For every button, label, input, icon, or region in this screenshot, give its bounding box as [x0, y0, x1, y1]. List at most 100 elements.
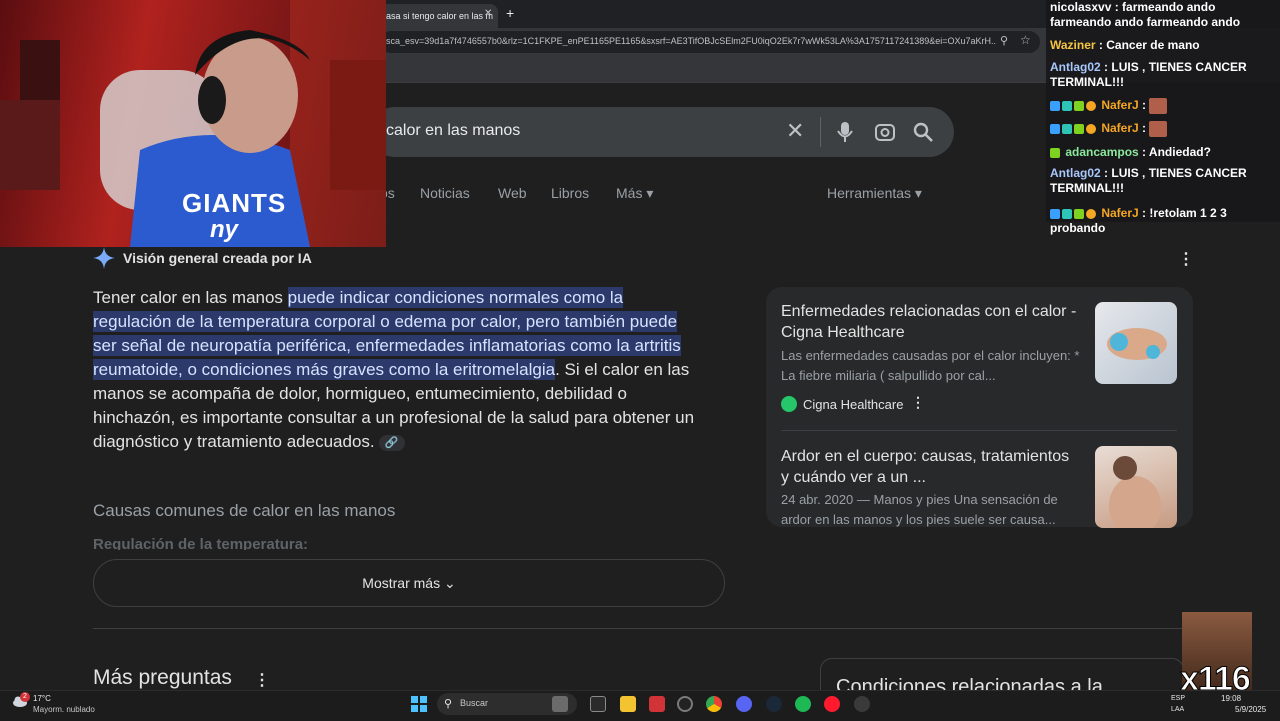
badge-icon: [1050, 101, 1060, 111]
browser-tab[interactable]: asa si tengo calor en las m: [378, 4, 498, 28]
taskbar: [0, 690, 1280, 721]
chat-username: Waziner: [1050, 38, 1096, 52]
ai-text-start: Tener calor en las manos: [93, 288, 288, 307]
zoom-icon[interactable]: ⚲: [1000, 34, 1008, 47]
badge-icon: [1086, 101, 1096, 111]
ai-sparkle-icon: [93, 247, 115, 269]
card-divider: [781, 430, 1177, 431]
more-questions-options-icon[interactable]: ⋮: [254, 670, 270, 690]
stream-chat: nicolasxvv : farmeando ando farmeando an…: [1046, 0, 1280, 235]
badge-icon: [1074, 101, 1084, 111]
search-input[interactable]: calor en las manos: [386, 122, 520, 140]
show-more-button[interactable]: Mostrar más ⌄: [93, 559, 725, 607]
badge-icon: [1050, 208, 1060, 219]
file-explorer-icon[interactable]: [620, 696, 636, 712]
chat-text: Andiedad?: [1148, 145, 1211, 159]
chat-username: Antlag02: [1050, 60, 1101, 74]
badge-icon: [1062, 208, 1072, 219]
discord-icon[interactable]: [736, 696, 752, 712]
emote-icon: [1149, 121, 1168, 137]
clear-icon[interactable]: ✕: [786, 118, 804, 144]
tab-books[interactable]: Libros: [551, 185, 589, 201]
badge-icon: [1062, 101, 1072, 111]
clock-date[interactable]: 5/9/2025: [1235, 705, 1266, 714]
webcam-overlay: GIANTS ny: [0, 0, 386, 247]
url-text: sca_esv=39d1a7f4746557b0&rlz=1C1FKPE_enP…: [386, 36, 996, 46]
keyboard-language[interactable]: ESP: [1171, 695, 1185, 702]
chat-username: nicolasxvv: [1050, 0, 1112, 14]
source-card-snippet: Las enfermedades causadas por el calor i…: [781, 348, 1080, 383]
badge-icon: [1074, 208, 1084, 219]
arm-thumbnail[interactable]: [1095, 446, 1177, 528]
chat-message: NaferJ :: [1050, 98, 1278, 114]
badge-icon: [1086, 208, 1096, 219]
section-divider: [93, 628, 1193, 629]
more-options-icon[interactable]: ⋮: [1178, 249, 1194, 269]
tab-more[interactable]: Más ▾: [616, 185, 653, 202]
link-icon[interactable]: 🔗: [378, 434, 405, 451]
section-heading: Causas comunes de calor en las manos: [93, 501, 396, 520]
search-icon[interactable]: [912, 121, 934, 143]
chat-message: Antlag02 : LUIS , TIENES CANCER TERMINAL…: [1050, 166, 1247, 195]
more-questions-title: Más preguntas: [93, 666, 232, 689]
subheading: Regulación de la temperatura:: [93, 536, 309, 550]
badge-icon: [1062, 124, 1072, 134]
steam-icon[interactable]: [766, 696, 782, 712]
chat-message: nicolasxvv : farmeando ando farmeando an…: [1050, 0, 1241, 29]
search-icon: ⚲: [444, 698, 453, 710]
taskbar-search-label: Buscar: [460, 698, 489, 708]
chat-username: Antlag02: [1050, 166, 1101, 180]
source-card-title[interactable]: Enfermedades relacionadas con el calor -…: [781, 301, 1081, 343]
spotify-icon[interactable]: [795, 696, 811, 712]
chat-message: adancampos : Andiedad?: [1050, 145, 1278, 160]
tab-web[interactable]: Web: [498, 185, 527, 201]
search-divider: [820, 117, 821, 147]
source-options-icon[interactable]: ⋮: [911, 394, 925, 411]
chat-username: NaferJ: [1101, 98, 1139, 113]
chat-username: NaferJ: [1101, 121, 1139, 136]
bookmark-star-icon[interactable]: ☆: [1020, 33, 1031, 47]
shirt-logo: ny: [210, 216, 239, 243]
weather-desc: Mayorm. nublado: [33, 705, 95, 714]
badge-icon: [1050, 124, 1060, 134]
obs-icon[interactable]: [677, 696, 693, 712]
ai-overview-title: Visión general creada por IA: [123, 250, 312, 266]
shirt-text: GIANTS: [182, 188, 287, 218]
emote-icon: [1149, 98, 1168, 114]
badge-icon: [1086, 124, 1096, 134]
tab-close-icon[interactable]: ✕: [484, 8, 494, 22]
source-name: Cigna Healthcare: [803, 397, 904, 412]
microphone-icon[interactable]: [836, 120, 854, 144]
chat-message: Waziner : Cancer de mano: [1050, 38, 1200, 52]
photos-app-icon[interactable]: [552, 696, 568, 712]
windows-start-icon[interactable]: [411, 696, 427, 712]
chrome-icon[interactable]: [706, 696, 722, 712]
task-view-icon[interactable]: [590, 696, 606, 712]
chevron-down-icon: ⌄: [443, 575, 456, 591]
chat-message: NaferJ :: [1050, 121, 1278, 137]
tools-button[interactable]: Herramientas ▾: [827, 185, 922, 202]
chat-message: NaferJ : !retolam 1 2 3 probando: [1050, 206, 1227, 235]
new-tab-button[interactable]: +: [506, 5, 514, 21]
clock-time[interactable]: 19:08: [1221, 694, 1241, 703]
app-icon[interactable]: [649, 696, 665, 712]
ai-overview-text: Tener calor en las manos puede indicar c…: [93, 286, 703, 454]
badge-icon: [1074, 124, 1084, 134]
tab-news[interactable]: Noticias: [420, 185, 470, 201]
opera-icon[interactable]: [824, 696, 840, 712]
badge-icon: [1050, 147, 1060, 158]
notification-badge: 2: [20, 692, 30, 702]
chat-message: Antlag02 : LUIS , TIENES CANCER TERMINAL…: [1050, 60, 1247, 89]
cigna-favicon-icon: [781, 396, 797, 412]
chat-text: Cancer de mano: [1106, 38, 1200, 52]
source-card-snippet: 24 abr. 2020 — Manos y pies Una sensació…: [781, 492, 1058, 527]
keyboard-layout[interactable]: LAA: [1171, 706, 1184, 713]
chat-username: adancampos: [1065, 145, 1139, 159]
source-card-title[interactable]: Ardor en el cuerpo: causas, tratamientos…: [781, 446, 1081, 488]
chat-username: NaferJ: [1101, 206, 1139, 220]
google-lens-icon[interactable]: [874, 122, 896, 142]
show-more-label: Mostrar más: [362, 575, 441, 591]
weather-temp: 17°C: [33, 694, 51, 703]
app-icon[interactable]: [854, 696, 870, 712]
heat-body-thumbnail[interactable]: [1095, 302, 1177, 384]
